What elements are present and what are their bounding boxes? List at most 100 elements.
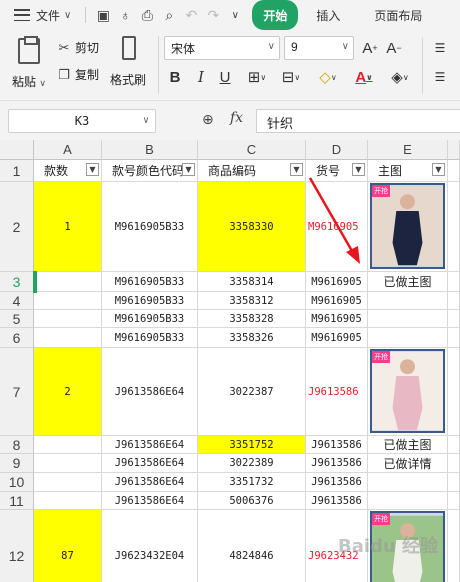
- row-header[interactable]: 5: [0, 310, 34, 328]
- table-cell[interactable]: [368, 473, 448, 492]
- table-cell[interactable]: 开抢: [368, 182, 448, 272]
- table-cell[interactable]: J9613586E64: [102, 436, 198, 454]
- table-cell[interactable]: J9613586: [306, 492, 368, 510]
- fx-icon[interactable]: fx: [230, 110, 243, 126]
- name-box[interactable]: K3 ∨: [8, 109, 156, 133]
- table-cell[interactable]: M9616905B33: [102, 292, 198, 310]
- row-header[interactable]: 1: [0, 160, 34, 182]
- table-cell[interactable]: [448, 292, 460, 310]
- row-header[interactable]: 11: [0, 492, 34, 510]
- table-cell[interactable]: [448, 473, 460, 492]
- product-thumbnail-image[interactable]: 开抢: [370, 349, 445, 433]
- table-cell[interactable]: J9623432E04: [102, 510, 198, 582]
- fill-pattern-icon[interactable]: ⊟ ∨: [276, 66, 306, 88]
- filter-dropdown-icon[interactable]: ▼: [182, 163, 195, 176]
- font-size-select[interactable]: 9 ∨: [284, 36, 354, 60]
- column-header-next[interactable]: [448, 140, 460, 160]
- export-icon[interactable]: ♁: [114, 4, 136, 26]
- filter-dropdown-icon[interactable]: ▼: [86, 163, 99, 176]
- table-cell[interactable]: M9616905B33: [102, 272, 198, 292]
- column-header-E[interactable]: E: [368, 140, 448, 160]
- table-cell[interactable]: 5006376: [198, 492, 306, 510]
- table-cell[interactable]: 已做详情: [368, 454, 448, 473]
- redo-icon[interactable]: ↷: [202, 4, 224, 26]
- table-cell[interactable]: 3358328: [198, 310, 306, 328]
- file-menu[interactable]: 文件: [36, 0, 60, 30]
- copy-button[interactable]: ❐ 复制: [56, 66, 99, 83]
- table-cell[interactable]: 3358326: [198, 328, 306, 348]
- format-painter-button[interactable]: 格式刷: [110, 36, 154, 90]
- table-cell[interactable]: [448, 454, 460, 473]
- table-cell[interactable]: [448, 310, 460, 328]
- table-cell[interactable]: J9613586: [306, 473, 368, 492]
- table-cell[interactable]: 3358330: [198, 182, 306, 272]
- table-cell[interactable]: M9616905B33: [102, 328, 198, 348]
- row-header[interactable]: 9: [0, 454, 34, 473]
- filter-dropdown-icon[interactable]: ▼: [432, 163, 445, 176]
- table-cell[interactable]: [34, 292, 102, 310]
- print-preview-icon[interactable]: ⌕: [158, 4, 180, 26]
- table-cell[interactable]: 4824846: [198, 510, 306, 582]
- more-chevron-icon[interactable]: ∨: [224, 4, 246, 26]
- table-cell[interactable]: M9616905B33: [102, 182, 198, 272]
- table-cell[interactable]: 3351732: [198, 473, 306, 492]
- table-cell[interactable]: [34, 492, 102, 510]
- font-color-icon[interactable]: A ∨: [348, 66, 380, 88]
- table-cell[interactable]: J9613586E64: [102, 348, 198, 436]
- table-cell[interactable]: [34, 328, 102, 348]
- table-cell[interactable]: 开抢: [368, 348, 448, 436]
- table-cell[interactable]: [34, 473, 102, 492]
- increase-font-icon[interactable]: A +: [360, 38, 380, 58]
- table-cell[interactable]: J9613586: [306, 436, 368, 454]
- column-header-A[interactable]: A: [34, 140, 102, 160]
- filter-dropdown-icon[interactable]: ▼: [290, 163, 303, 176]
- table-cell[interactable]: M9616905: [306, 182, 368, 272]
- row-header[interactable]: 7: [0, 348, 34, 436]
- table-cell[interactable]: [448, 436, 460, 454]
- decrease-font-icon[interactable]: A −: [384, 38, 404, 58]
- column-header-D[interactable]: D: [306, 140, 368, 160]
- table-cell[interactable]: [448, 328, 460, 348]
- column-title-cell[interactable]: 主图 ▼: [368, 160, 448, 182]
- clear-format-icon[interactable]: ◈ ∨: [384, 66, 416, 88]
- table-cell[interactable]: [34, 310, 102, 328]
- table-cell[interactable]: 已做主图: [368, 436, 448, 454]
- table-cell[interactable]: [368, 492, 448, 510]
- chevron-down-icon[interactable]: ∨: [64, 10, 71, 21]
- table-cell[interactable]: M9616905: [306, 328, 368, 348]
- table-cell[interactable]: [448, 510, 460, 582]
- table-cell[interactable]: 3022387: [198, 348, 306, 436]
- column-header-C[interactable]: C: [198, 140, 306, 160]
- row-header[interactable]: 6: [0, 328, 34, 348]
- table-cell[interactable]: 3022389: [198, 454, 306, 473]
- column-title-cell[interactable]: 商品编码 ▼: [198, 160, 306, 182]
- column-title-cell[interactable]: 货号 ▼: [306, 160, 368, 182]
- table-cell[interactable]: J9613586E64: [102, 454, 198, 473]
- select-all-corner[interactable]: [0, 140, 34, 160]
- table-cell[interactable]: [368, 292, 448, 310]
- table-cell[interactable]: [448, 348, 460, 436]
- row-header[interactable]: 10: [0, 473, 34, 492]
- table-cell[interactable]: M9616905: [306, 292, 368, 310]
- border-icon[interactable]: ⊞ ∨: [242, 66, 272, 88]
- zoom-icon[interactable]: ⊕: [202, 111, 214, 128]
- menu-icon[interactable]: [14, 9, 30, 21]
- table-cell[interactable]: [34, 454, 102, 473]
- table-cell[interactable]: [368, 310, 448, 328]
- row-header[interactable]: 4: [0, 292, 34, 310]
- row-header[interactable]: 3: [0, 272, 34, 292]
- tab-insert[interactable]: 插入: [316, 0, 340, 30]
- tab-page-layout[interactable]: 页面布局: [374, 0, 422, 30]
- table-cell[interactable]: 1: [34, 182, 102, 272]
- paste-button[interactable]: 粘贴 ∨: [10, 36, 50, 92]
- cut-button[interactable]: ✂ 剪切: [56, 39, 99, 56]
- table-cell[interactable]: M9616905: [306, 310, 368, 328]
- table-cell[interactable]: M9616905B33: [102, 310, 198, 328]
- italic-icon[interactable]: I: [192, 66, 210, 88]
- column-header-B[interactable]: B: [102, 140, 198, 160]
- table-cell[interactable]: 3358312: [198, 292, 306, 310]
- table-cell[interactable]: 3358314: [198, 272, 306, 292]
- align-left-icon[interactable]: ☰: [430, 66, 450, 88]
- filter-dropdown-icon[interactable]: ▼: [352, 163, 365, 176]
- column-title-cell[interactable]: 款号颜色代码 ▼: [102, 160, 198, 182]
